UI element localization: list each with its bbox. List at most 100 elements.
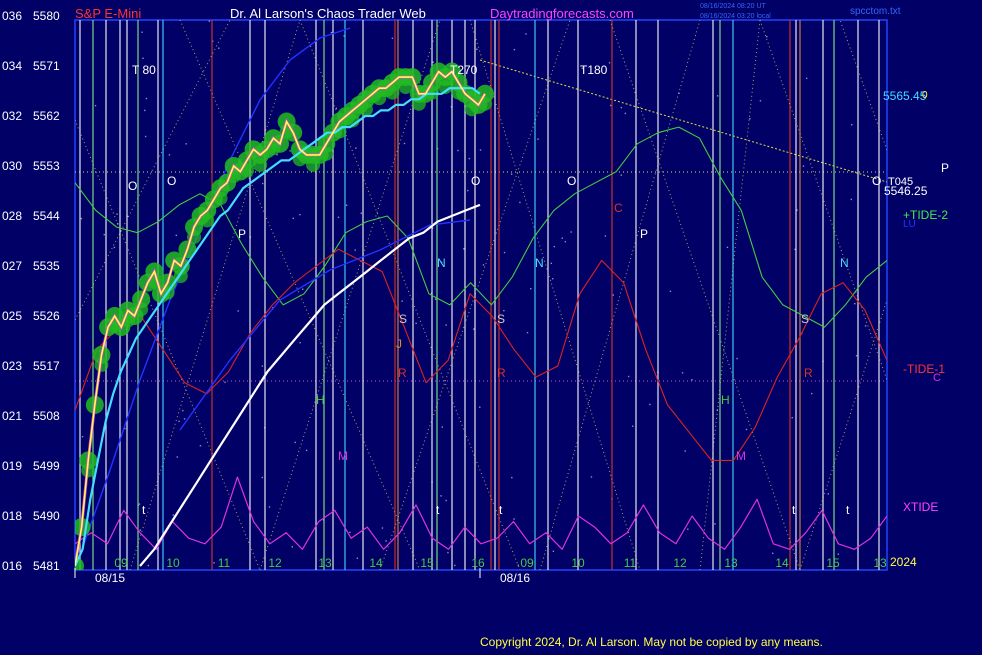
star-dot [349,531,351,534]
star-dot [620,174,622,176]
year-label: 2024 [890,555,917,569]
chart-letter-marker: P [238,227,246,241]
star-dot [811,392,813,395]
y-axis-price-label: 5526 [33,309,60,323]
star-dot [608,62,611,64]
x-axis-tick-label: 13 [318,556,332,570]
y-axis-price-label: 5481 [33,559,60,573]
star-dot [716,95,719,97]
star-dot [147,564,150,567]
star-dot [144,109,146,112]
star-dot [445,499,447,502]
star-dot [175,234,177,237]
star-dot [168,154,171,156]
star-dot [454,564,456,567]
star-dot [513,48,516,51]
star-dot [851,124,853,126]
star-dot [262,182,264,185]
star-dot [80,217,83,220]
chart-letter-marker: O [567,174,576,188]
star-dot [144,135,147,138]
star-dot [116,213,118,215]
chart-letter-marker: O [167,174,176,188]
star-dot [479,149,482,151]
copyright-notice: Copyright 2024, Dr. Al Larson. May not b… [480,635,823,649]
star-dot [199,445,202,447]
y-axis-code-label: 025 [2,309,22,323]
x-axis-tick-label: 12 [268,556,282,570]
c-marker-right: C [933,372,941,384]
chart-letter-marker: N [437,256,446,270]
star-dot [142,57,144,60]
star-dot [552,277,554,280]
y-axis-code-label: 018 [2,509,22,523]
star-dot [289,150,291,152]
price-label-upper: 5565.45 [883,89,927,103]
star-dot [684,450,686,452]
star-dot [468,157,471,160]
star-dot [525,33,527,35]
star-dot [726,246,729,249]
star-dot [176,456,178,458]
star-dot [736,357,738,360]
star-dot [517,564,520,566]
day-label: 08/16 [500,571,530,585]
star-dot [185,143,187,145]
y-axis-price-label: 5544 [33,209,60,223]
star-dot [113,246,116,249]
p-marker-right: P [941,161,949,175]
star-dot [218,47,220,49]
chart-canvas: T 80 T270 T180 O P N S R H M J Ct t t t t O O O P N S R H M N S R 0… [0,0,982,650]
t045-label: T045 [888,176,913,188]
day-label: 08/15 [95,571,125,585]
y-axis-price-label: 5490 [33,509,60,523]
star-dot [299,213,301,216]
star-dot [590,476,593,478]
star-dot [604,235,607,237]
y-axis-price-label: 5580 [33,9,60,23]
chart-letter-marker: R [398,366,407,380]
x-axis-tick-label: 15 [826,556,840,570]
star-dot [261,365,264,367]
chart-letter-marker: N [535,256,544,270]
x-axis-tick-label: 13 [724,556,738,570]
star-dot [802,165,805,167]
star-dot [745,428,748,431]
xtide-label: XTIDE [903,500,938,514]
site-link[interactable]: Daytradingforecasts.com [490,6,634,21]
star-dot [687,528,689,530]
cycle-marker-label: T180 [580,63,608,77]
star-dot [503,251,506,254]
star-dot [479,406,481,408]
star-dot [855,355,858,357]
star-dot [81,435,84,438]
chart-letter-marker: H [721,393,730,407]
star-dot [537,138,539,140]
star-dot [749,118,751,120]
star-dot [691,379,693,381]
star-dot [463,248,465,250]
star-dot [381,527,384,529]
chart-letter-marker: J [396,337,402,351]
price-glow-dot [253,157,268,172]
star-dot [620,106,623,109]
chart-letter-marker: O [128,179,137,193]
star-dot [103,233,105,236]
timestamp-local: 08/16/2024 03:20 local [700,13,771,20]
star-dot [145,97,148,100]
chart-letter-marker: S [399,312,407,326]
star-dot [570,231,572,233]
star-dot [360,212,362,214]
star-dot [510,173,513,175]
star-dot [827,493,830,495]
chart-letter-marker: N [840,256,849,270]
chart-svg: T 80 T270 T180OPNSRHMJCt t t t tO OOPNSRHMNSR 0… [2,3,949,649]
chart-letter-marker: R [497,366,506,380]
chart-letter-marker: M [736,449,746,463]
x-axis-tick-label: 12 [673,556,687,570]
star-dot [519,201,521,204]
star-dot [447,551,449,554]
star-dot [482,264,485,266]
chart-letter-marker: R [804,366,813,380]
x-axis-tick-label: 09 [114,556,128,570]
